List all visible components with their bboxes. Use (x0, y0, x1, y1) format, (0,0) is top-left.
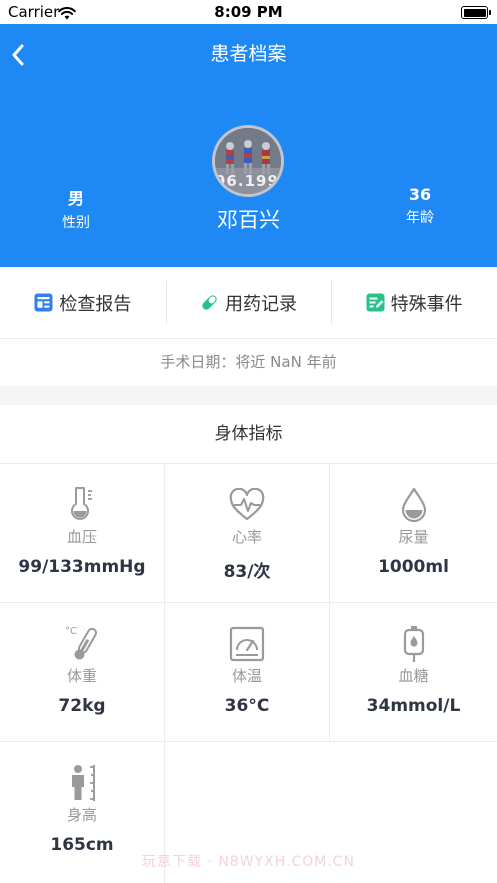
event-icon (366, 293, 385, 312)
metric-value: 72kg (58, 696, 106, 716)
watermark: 玩意下载 · N8WYXH.COM.CN (141, 854, 356, 870)
patient-header: 患者档案 男 性别 96.1991 邓百兴 36 年龄 (0, 24, 497, 267)
surgery-date: 手术日期：将近 NaN 年前 (0, 339, 497, 386)
person-height-icon (0, 764, 164, 802)
metric-weight[interactable]: °C 体重 72kg (0, 603, 165, 742)
metric-value: 1000ml (378, 557, 449, 577)
battery-icon (461, 6, 491, 19)
tab-special-events[interactable]: 特殊事件 (331, 267, 497, 338)
avatar[interactable]: 96.1991 (212, 125, 284, 197)
metric-heart-rate[interactable]: 心率 83/次 (165, 464, 330, 603)
page-title: 患者档案 (210, 43, 287, 65)
avatar-overlay-text: 96.1991 (215, 172, 284, 190)
tab-special-events-label: 特殊事件 (390, 293, 463, 315)
tab-reports-label: 检查报告 (59, 293, 132, 315)
metric-urine-output[interactable]: 尿量 1000ml (330, 464, 497, 603)
status-time: 8:09 PM (214, 3, 283, 21)
age-value: 36 (408, 185, 432, 204)
svg-text:°C: °C (65, 626, 77, 637)
metrics-title: 身体指标 (0, 405, 497, 464)
report-icon (34, 293, 53, 312)
metric-name: 心率 (231, 528, 262, 546)
metric-name: 身高 (66, 806, 97, 824)
metric-name: 体温 (231, 667, 262, 685)
tab-medication[interactable]: 用药记录 (165, 267, 332, 338)
metric-name: 血糖 (398, 667, 429, 685)
droplet-icon (330, 486, 497, 524)
flask-thermometer-icon (0, 486, 164, 524)
metric-value: 99/133mmHg (18, 557, 146, 577)
status-bar: Carrier 8:09 PM (0, 0, 497, 24)
thermometer-icon: °C (0, 625, 164, 663)
age-stat: 36 年龄 (370, 185, 470, 227)
metric-value: 36°C (224, 696, 270, 716)
scale-gauge-icon (165, 625, 329, 663)
blood-bag-icon (330, 625, 497, 663)
record-tabs: 检查报告 用药记录 特殊事件 (0, 267, 497, 339)
metric-value: 34mmol/L (366, 696, 461, 716)
pill-icon (200, 293, 219, 312)
metric-value: 83/次 (223, 562, 271, 582)
metric-blood-sugar[interactable]: 血糖 34mmol/L (330, 603, 497, 742)
metric-name: 血压 (66, 528, 97, 546)
metric-name: 体重 (66, 667, 97, 685)
body-metrics-card: 身体指标 血压 99/133mmHg 心率 83/次 尿量 1000ml °C … (0, 405, 497, 883)
tab-reports[interactable]: 检查报告 (0, 267, 166, 338)
metric-blood-pressure[interactable]: 血压 99/133mmHg (0, 464, 165, 603)
age-label: 年龄 (406, 210, 434, 226)
tab-medication-label: 用药记录 (225, 293, 297, 315)
metric-temperature[interactable]: 体温 36°C (165, 603, 330, 742)
metric-name: 尿量 (398, 528, 429, 546)
heart-rate-icon (165, 486, 329, 524)
